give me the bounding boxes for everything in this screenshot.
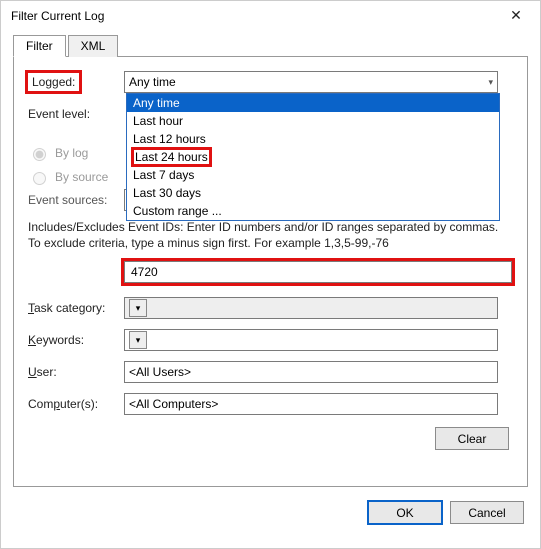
info-text: Includes/Excludes Event IDs: Enter ID nu… <box>28 219 513 251</box>
label-user: User: <box>28 365 124 379</box>
label-keywords: Keywords: <box>28 333 124 347</box>
logged-combo-value: Any time <box>129 75 176 89</box>
taskcategory-combo[interactable]: ▾ <box>124 297 498 319</box>
label-bylog: By log <box>55 146 88 160</box>
computers-input[interactable] <box>124 393 498 415</box>
tab-xml[interactable]: XML <box>68 35 119 57</box>
chevron-down-icon: ▾ <box>488 77 493 88</box>
radio-bysource-input[interactable] <box>33 172 46 185</box>
dialog-buttons: OK Cancel <box>13 501 528 524</box>
logged-option[interactable]: Custom range ... <box>127 202 499 220</box>
tab-filter[interactable]: Filter <box>13 35 66 57</box>
keywords-combo[interactable]: ▾ <box>124 329 498 351</box>
label-logged: Logged: <box>28 73 124 91</box>
user-input[interactable] <box>124 361 498 383</box>
label-eventlevel: Event level: <box>28 107 124 121</box>
chevron-down-icon: ▾ <box>129 331 147 349</box>
content: Filter XML Logged: Any time ▾ Any time L… <box>1 34 540 534</box>
row-eventid <box>124 261 513 283</box>
clear-button[interactable]: Clear <box>435 427 509 450</box>
chevron-down-icon: ▾ <box>129 299 147 317</box>
logged-option[interactable]: Last 30 days <box>127 184 499 202</box>
label-bysource: By source <box>55 170 108 184</box>
label-taskcategory: Task category: <box>28 301 124 315</box>
eventid-input[interactable] <box>124 261 512 283</box>
logged-dropdown[interactable]: Any time Last hour Last 12 hours Last 24… <box>126 93 500 221</box>
titlebar: Filter Current Log ✕ <box>1 1 540 30</box>
logged-option[interactable]: Last 24 hours <box>127 148 499 166</box>
cancel-button[interactable]: Cancel <box>450 501 524 524</box>
logged-option[interactable]: Any time <box>127 94 499 112</box>
logged-option[interactable]: Last hour <box>127 112 499 130</box>
close-icon[interactable]: ✕ <box>500 7 532 24</box>
dialog-title: Filter Current Log <box>11 9 104 23</box>
ok-button[interactable]: OK <box>368 501 442 524</box>
logged-combo[interactable]: Any time ▾ <box>124 71 498 93</box>
logged-option[interactable]: Last 12 hours <box>127 130 499 148</box>
tab-strip: Filter XML <box>13 34 528 57</box>
logged-option[interactable]: Last 7 days <box>127 166 499 184</box>
label-eventsources: Event sources: <box>28 193 124 207</box>
tab-panel-filter: Logged: Any time ▾ Any time Last hour La… <box>13 57 528 487</box>
filter-dialog: Filter Current Log ✕ Filter XML Logged: … <box>0 0 541 549</box>
label-computers: Computer(s): <box>28 397 124 411</box>
radio-bylog-input[interactable] <box>33 148 46 161</box>
